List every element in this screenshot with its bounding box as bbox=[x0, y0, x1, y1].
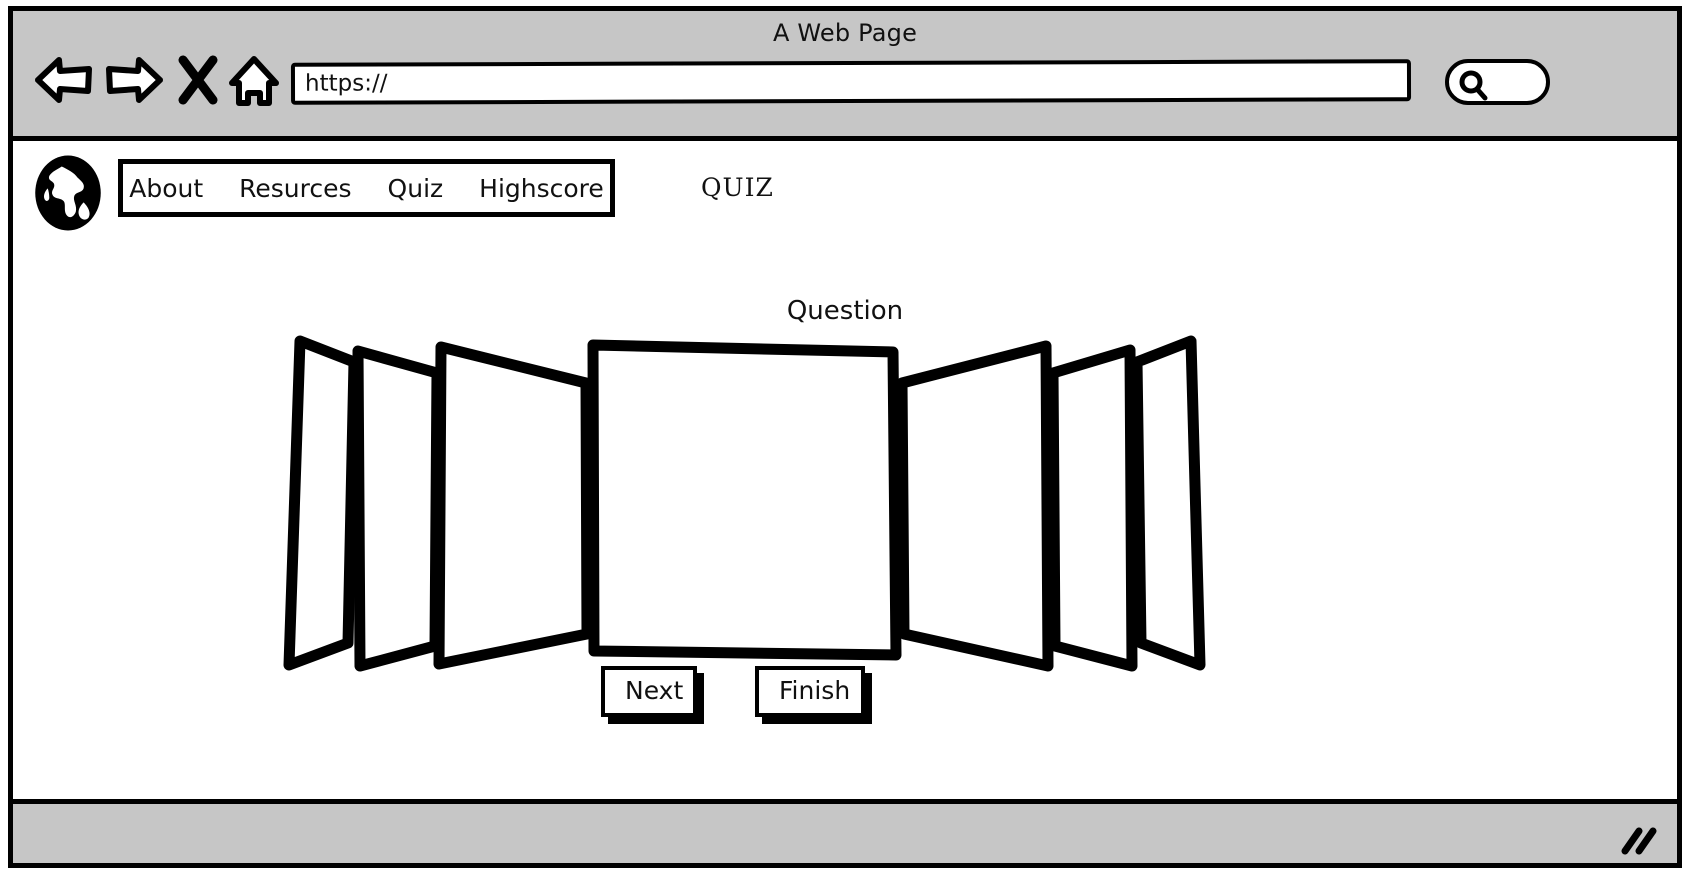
search-button[interactable] bbox=[1445, 59, 1550, 105]
address-bar[interactable]: https:// bbox=[290, 59, 1412, 105]
nav-item-resurces[interactable]: Resurces bbox=[239, 174, 351, 203]
carousel-panel-right-1[interactable] bbox=[896, 340, 1054, 672]
carousel-panel-left-1[interactable] bbox=[433, 341, 593, 670]
page-content: About Resurces Quiz Highscore QUIZ Quest… bbox=[13, 141, 1677, 799]
status-bar bbox=[13, 799, 1677, 863]
search-magnifier-icon bbox=[1459, 70, 1488, 101]
quiz-actions: Next Finish bbox=[601, 666, 865, 717]
forward-arrow-icon[interactable] bbox=[105, 55, 163, 109]
browser-chrome-bar: A Web Page https:// bbox=[13, 11, 1677, 141]
home-icon[interactable] bbox=[228, 55, 280, 111]
main-nav: About Resurces Quiz Highscore bbox=[118, 159, 615, 217]
question-carousel[interactable] bbox=[13, 321, 1677, 681]
nav-item-highscore[interactable]: Highscore bbox=[479, 174, 604, 203]
resize-grip-icon[interactable] bbox=[1619, 825, 1659, 855]
browser-window: A Web Page https:// About Resurces Quiz … bbox=[8, 6, 1682, 868]
nav-item-quiz[interactable]: Quiz bbox=[388, 174, 444, 203]
back-arrow-icon[interactable] bbox=[35, 55, 93, 109]
carousel-panel-far-left[interactable] bbox=[283, 335, 360, 671]
globe-icon bbox=[35, 155, 101, 231]
finish-button[interactable]: Finish bbox=[755, 666, 865, 717]
carousel-panel-right-2[interactable] bbox=[1047, 344, 1138, 672]
nav-item-about[interactable]: About bbox=[129, 174, 203, 203]
carousel-panel-far-right[interactable] bbox=[1131, 335, 1206, 671]
quiz-section-label: QUIZ bbox=[701, 173, 774, 202]
address-bar-value: https:// bbox=[304, 70, 388, 97]
carousel-panel-active[interactable] bbox=[587, 339, 902, 661]
carousel-panel-left-2[interactable] bbox=[352, 345, 443, 672]
window-title: A Web Page bbox=[772, 19, 918, 47]
close-x-icon[interactable] bbox=[178, 55, 218, 109]
next-button[interactable]: Next bbox=[601, 666, 697, 717]
